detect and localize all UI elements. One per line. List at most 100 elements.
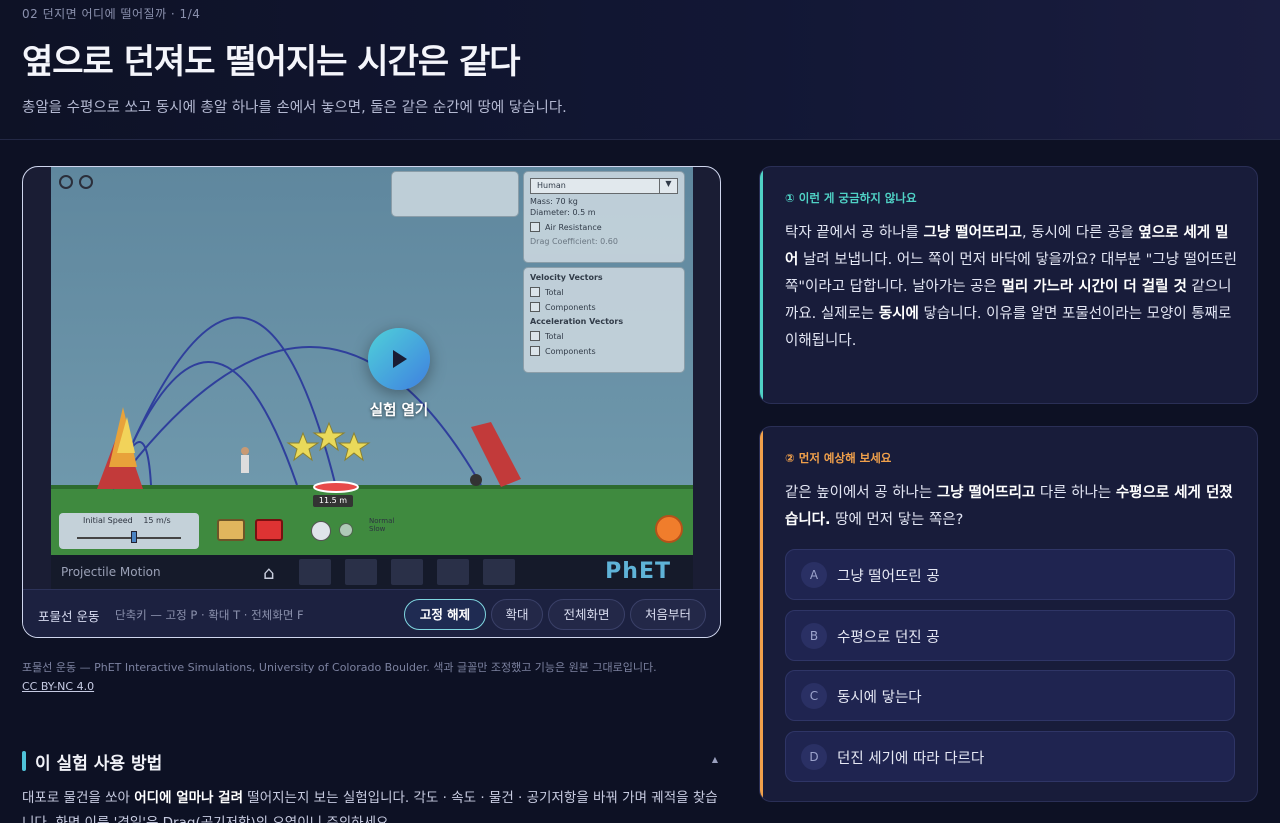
answer-option-b[interactable]: B 수평으로 던진 공 <box>785 610 1235 661</box>
phet-logo: PhET <box>605 559 671 584</box>
unpin-button[interactable]: 고정 해제 <box>404 599 486 630</box>
zoom-in-icon[interactable] <box>79 175 93 189</box>
initial-speed-control: Initial Speed 15 m/s <box>59 513 199 549</box>
diameter-readout: Diameter: 0.5 m <box>530 208 596 217</box>
zoom-out-icon[interactable] <box>59 175 73 189</box>
sim-screen-tabs <box>299 559 515 585</box>
answer-option-d[interactable]: D 던진 세기에 따라 다르다 <box>785 731 1235 782</box>
howto-emphasis: 어디에 얼마나 걸려 <box>134 790 243 806</box>
air-resistance-toggle[interactable]: Air Resistance <box>530 222 678 232</box>
acceleration-components-toggle[interactable]: Components <box>530 346 678 356</box>
sim-screen-tab[interactable] <box>437 559 469 585</box>
velocity-total-checkbox[interactable] <box>530 287 540 297</box>
projectile-settings-panel: Human ▼ Mass: 70 kg Diameter: 0.5 m Air … <box>523 171 685 263</box>
speed-slider-track[interactable] <box>77 537 181 539</box>
howto-title: 이 실험 사용 방법 <box>35 754 163 774</box>
play-button[interactable] <box>368 328 430 390</box>
card-body: 탁자 끝에서 공 하나를 그냥 떨어뜨리고, 동시에 다른 공을 옆으로 세게 … <box>785 220 1237 355</box>
speed-mode-radios: Normal Slow <box>369 517 394 533</box>
velocity-total-toggle[interactable]: Total <box>530 287 678 297</box>
page-subtitle: 총알을 수평으로 쏘고 동시에 총알 하나를 손에서 놓으면, 둘은 같은 순간… <box>22 100 567 116</box>
sim-toolbar: 포물선 운동 단축키 — 고정 P · 확대 T · 전체화면 F 고정 해제 … <box>23 589 720 637</box>
velocity-components-toggle[interactable]: Components <box>530 302 678 312</box>
card-emphasis: 그냥 떨어뜨리고 <box>936 485 1036 501</box>
page-header: 02 던지면 어디에 떨어질까 · 1/4 옆으로 던져도 떨어지는 시간은 같… <box>0 0 1280 140</box>
curiosity-card: ① 이런 게 궁금하지 않나요 탁자 끝에서 공 하나를 그냥 떨어뜨리고, 동… <box>759 166 1258 404</box>
answer-option-c[interactable]: C 동시에 닿는다 <box>785 670 1235 721</box>
sim-screen-tab[interactable] <box>391 559 423 585</box>
air-resistance-checkbox[interactable] <box>530 222 540 232</box>
radio-slow[interactable]: Slow <box>369 525 394 533</box>
page-title: 옆으로 던져도 떨어지는 시간은 같다 <box>22 42 521 82</box>
howto-body: 대포로 물건을 쏘아 어디에 얼마나 걸려 떨어지는지 보는 실험입니다. 각도… <box>22 786 722 823</box>
restart-button[interactable]: 처음부터 <box>630 599 706 630</box>
reset-icon[interactable] <box>655 515 683 543</box>
option-label: 동시에 닿는다 <box>837 690 922 706</box>
card-emphasis: 그냥 떨어뜨리고 <box>923 225 1022 241</box>
sim-title: Projectile Motion <box>61 565 161 579</box>
distance-readout: 11.5 m <box>313 495 353 507</box>
card-text: , 동시에 다른 공을 <box>1021 225 1139 241</box>
vectors-panel: Velocity Vectors Total Components Accele… <box>523 267 685 373</box>
option-letter: D <box>801 744 827 770</box>
card-heading: ② 먼저 예상해 보세요 <box>785 451 892 465</box>
acceleration-total-toggle[interactable]: Total <box>530 331 678 341</box>
section-accent-bar <box>22 751 26 771</box>
acceleration-total-checkbox[interactable] <box>530 331 540 341</box>
velocity-components-checkbox[interactable] <box>530 302 540 312</box>
mass-readout: Mass: 70 kg <box>530 197 578 206</box>
answer-option-a[interactable]: A 그냥 떨어뜨린 공 <box>785 549 1235 600</box>
card-text: 땅에 먼저 닿는 쪽은? <box>830 512 964 528</box>
sim-screen-tab[interactable] <box>299 559 331 585</box>
option-label: 그냥 떨어뜨린 공 <box>837 569 940 585</box>
sim-screen-tab[interactable] <box>345 559 377 585</box>
card-emphasis: 동시에 <box>878 306 919 322</box>
step-icon[interactable] <box>339 523 353 537</box>
toolbar-title: 포물선 운동 <box>38 609 100 624</box>
play-label: 실험 열기 <box>369 403 429 419</box>
howto-section-header[interactable]: 이 실험 사용 방법 ▲ <box>22 749 722 774</box>
card-text: 탁자 끝에서 공 하나를 <box>785 225 924 241</box>
simulation-preview[interactable]: Human ▼ Mass: 70 kg Diameter: 0.5 m Air … <box>51 167 693 589</box>
option-label: 던진 세기에 따라 다르다 <box>837 751 985 767</box>
collapse-icon[interactable]: ▲ <box>712 755 718 764</box>
option-letter: A <box>801 562 827 588</box>
card-accent-bar <box>760 167 763 403</box>
zoom-controls <box>59 175 93 189</box>
fullscreen-button[interactable]: 전체화면 <box>548 599 625 630</box>
acceleration-vectors-heading: Acceleration Vectors <box>530 317 624 326</box>
pause-icon[interactable] <box>311 521 331 541</box>
projectile-select[interactable]: Human ▼ <box>530 178 678 194</box>
drag-readout: Drag Coefficient: 0.60 <box>530 237 618 246</box>
acceleration-components-checkbox[interactable] <box>530 346 540 356</box>
play-icon <box>393 350 407 368</box>
zoom-button[interactable]: 확대 <box>491 599 543 630</box>
card-emphasis: 멀리 가느라 시간이 더 걸릴 것 <box>1001 279 1187 295</box>
breadcrumb: 02 던지면 어디에 떨어질까 · 1/4 <box>22 7 201 21</box>
air-resistance-label: Air Resistance <box>545 222 602 232</box>
option-label: 수평으로 던진 공 <box>837 630 940 646</box>
card-accent-bar <box>760 427 763 801</box>
speed-slider-thumb[interactable] <box>131 531 137 543</box>
license-link[interactable]: CC BY-NC 4.0 <box>22 680 94 693</box>
option-letter: B <box>801 623 827 649</box>
prediction-card: ② 먼저 예상해 보세요 같은 높이에서 공 하나는 그냥 떨어뜨리고 다른 하… <box>759 426 1258 802</box>
velocity-components-label: Components <box>545 302 596 312</box>
eraser-icon[interactable] <box>217 519 245 541</box>
acceleration-components-label: Components <box>545 346 596 356</box>
projectile-select-value: Human <box>537 181 566 190</box>
radio-normal[interactable]: Normal <box>369 517 394 525</box>
card-text: 같은 높이에서 공 하나는 <box>785 485 937 501</box>
chevron-down-icon: ▼ <box>659 179 677 193</box>
cannon-fire-icon[interactable] <box>255 519 283 541</box>
option-letter: C <box>801 683 827 709</box>
acceleration-total-label: Total <box>545 331 564 341</box>
speed-value: 15 m/s <box>143 516 171 525</box>
velocity-total-label: Total <box>545 287 564 297</box>
sim-credit: 포물선 운동 — PhET Interactive Simulations, U… <box>22 658 722 696</box>
measure-tools-panel[interactable] <box>391 171 519 217</box>
speed-label: Initial Speed <box>83 516 133 525</box>
home-icon[interactable]: ⌂ <box>263 563 274 584</box>
sim-screen-tab[interactable] <box>483 559 515 585</box>
velocity-vectors-heading: Velocity Vectors <box>530 273 603 282</box>
